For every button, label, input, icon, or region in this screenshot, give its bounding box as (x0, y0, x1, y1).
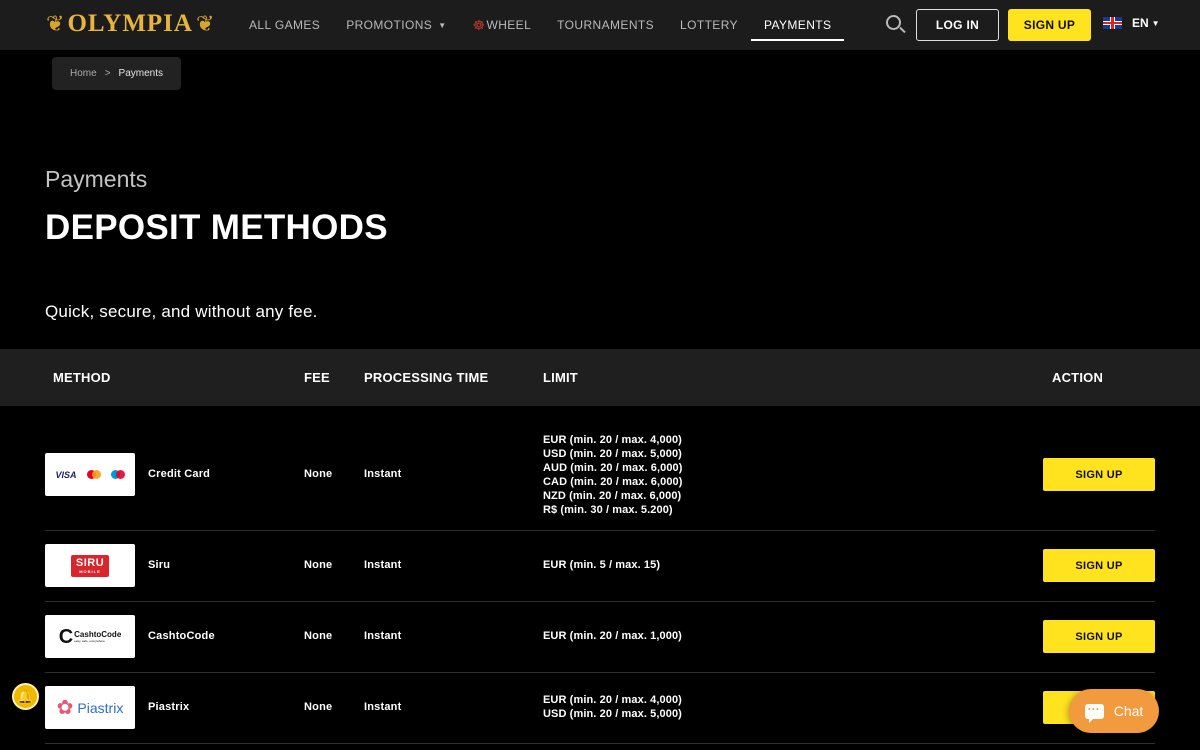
table-row: VISA Credit Card None Instant EUR (min. … (45, 406, 1155, 531)
chat-label: Chat (1113, 703, 1144, 719)
olympia-logo[interactable]: ❦ OLYMPIA ❦ (46, 6, 214, 42)
limits-list: EUR (min. 20 / max. 4,000) USD (min. 20 … (543, 694, 682, 720)
signup-button[interactable]: SIGN UP (1043, 620, 1155, 653)
credit-card-logo: VISA (45, 453, 135, 496)
maestro-icon (110, 470, 125, 479)
fee-value: None (304, 468, 333, 480)
breadcrumb-home[interactable]: Home (70, 68, 97, 79)
header-limit: LIMIT (543, 370, 578, 385)
nav-payments[interactable]: PAYMENTS (750, 0, 845, 50)
flower-icon: ✿ (56, 696, 74, 719)
breadcrumb-current: Payments (118, 68, 163, 79)
table-header: METHOD FEE PROCESSING TIME LIMIT ACTION (0, 349, 1200, 406)
fee-value: None (304, 559, 333, 571)
processing-time-value: Instant (364, 701, 402, 713)
table-row: C CashtoCode easy, safe, everywhere Cashto… (45, 602, 1155, 673)
main-nav: ALL GAMES PROMOTIONS ▼ ☸ WHEEL TOURNAMENTS… (236, 0, 845, 50)
header-fee: FEE (304, 370, 330, 385)
page-title: DEPOSIT METHODS (45, 208, 388, 247)
table-row: SIRU MOBILE Siru None Instant EUR (min. 5… (45, 531, 1155, 602)
nav-all-games[interactable]: ALL GAMES (236, 0, 333, 50)
method-name: Piastrix (148, 701, 190, 713)
processing-time-value: Instant (364, 468, 402, 480)
mastercard-icon (86, 470, 101, 479)
piastrix-logo: ✿ Piastrix (45, 686, 135, 729)
nav-lottery[interactable]: LOTTERY (667, 0, 751, 50)
top-header: ❦ OLYMPIA ❦ ALL GAMES PROMOTIONS ▼ ☸ WHEEL… (0, 0, 1200, 50)
method-name: Siru (148, 559, 171, 571)
limits-list: EUR (min. 20 / max. 4,000) USD (min. 20 … (543, 434, 683, 516)
nav-wheel[interactable]: ☸ WHEEL (460, 0, 545, 50)
laurel-right-icon: ❦ (195, 11, 215, 36)
cashtocode-c-icon: C (58, 625, 74, 648)
search-icon[interactable] (884, 13, 908, 37)
language-label: EN (1132, 16, 1149, 30)
method-name: CashtoCode (148, 630, 215, 642)
chevron-right-icon: > (104, 68, 111, 79)
logo-text: OLYMPIA (67, 10, 193, 37)
header-processing-time: PROCESSING TIME (364, 370, 489, 385)
fee-value: None (304, 701, 333, 713)
fee-value: None (304, 630, 333, 642)
caret-down-icon: ▼ (1151, 18, 1160, 28)
signup-button[interactable]: SIGN UP (1043, 549, 1155, 582)
wheel-icon: ☸ (472, 16, 486, 33)
caret-down-icon: ▼ (438, 20, 447, 30)
siru-logo: SIRU MOBILE (45, 544, 135, 587)
signup-button[interactable]: SIGN UP (1008, 9, 1091, 41)
laurel-left-icon: ❦ (46, 11, 65, 36)
processing-time-value: Instant (364, 630, 402, 642)
nav-promotions[interactable]: PROMOTIONS ▼ (333, 0, 459, 50)
header-action: ACTION (1052, 370, 1104, 385)
table-row: ✿ Piastrix Piastrix None Instant EUR (min… (45, 673, 1155, 744)
chat-bubble-icon (1084, 703, 1104, 723)
header-method: METHOD (53, 370, 111, 385)
limits-list: EUR (min. 5 / max. 15) (543, 559, 661, 571)
notification-bell-icon[interactable]: 🔔 (12, 683, 39, 710)
uk-flag-icon (1103, 17, 1122, 29)
page-subtitle: Quick, secure, and without any fee. (45, 302, 318, 321)
login-button[interactable]: LOG IN (916, 9, 999, 41)
nav-tournaments[interactable]: TOURNAMENTS (544, 0, 667, 50)
page-eyebrow: Payments (45, 166, 148, 192)
signup-button[interactable]: SIGN UP (1043, 458, 1155, 491)
visa-icon: VISA (55, 469, 77, 480)
method-name: Credit Card (148, 468, 211, 480)
cashtocode-logo: C CashtoCode easy, safe, everywhere (45, 615, 135, 658)
breadcrumb: Home > Payments (52, 57, 181, 90)
processing-time-value: Instant (364, 559, 402, 571)
language-selector[interactable]: EN ▼ (1103, 16, 1160, 30)
limits-list: EUR (min. 20 / max. 1,000) (543, 630, 682, 642)
chat-button[interactable]: Chat (1069, 689, 1159, 733)
